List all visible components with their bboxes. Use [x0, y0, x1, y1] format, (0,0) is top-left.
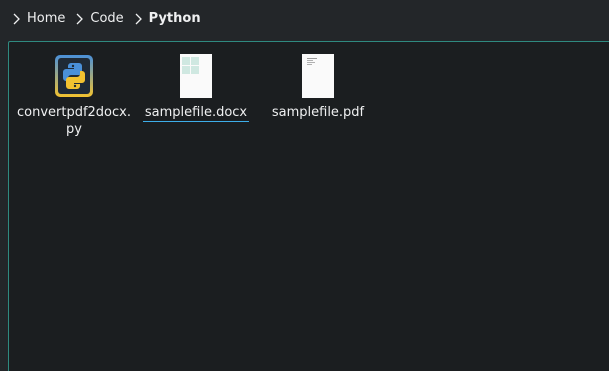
docx-thumbnail-icon [174, 52, 218, 100]
file-item-convertpdf2docx[interactable]: convertpdf2docx.py [15, 52, 133, 138]
file-item-samplefile-docx[interactable]: samplefile.docx [137, 52, 255, 122]
breadcrumb-label: Python [148, 11, 201, 26]
breadcrumb-label: Code [90, 11, 124, 26]
file-name-label: convertpdf2docx.py [16, 105, 131, 137]
breadcrumb-item-home[interactable]: Home [12, 0, 75, 37]
python-file-icon [52, 52, 96, 100]
file-item-samplefile-pdf[interactable]: samplefile.pdf [259, 52, 377, 121]
chevron-right-icon [13, 13, 20, 24]
breadcrumb-item-code[interactable]: Code [75, 0, 133, 37]
breadcrumb-label: Home [27, 11, 66, 26]
file-name-wrapper: samplefile.docx [137, 100, 255, 122]
pdf-thumbnail-icon [296, 52, 340, 100]
file-name-label: samplefile.docx [142, 105, 250, 122]
breadcrumb-item-python[interactable]: Python [134, 0, 211, 37]
chevron-right-icon [76, 13, 84, 24]
file-view[interactable]: convertpdf2docx.py samplefile.docx sampl… [8, 41, 609, 371]
breadcrumb: Home Code Python [0, 0, 609, 37]
chevron-right-icon [135, 13, 142, 24]
file-name-label: samplefile.pdf [271, 105, 365, 120]
